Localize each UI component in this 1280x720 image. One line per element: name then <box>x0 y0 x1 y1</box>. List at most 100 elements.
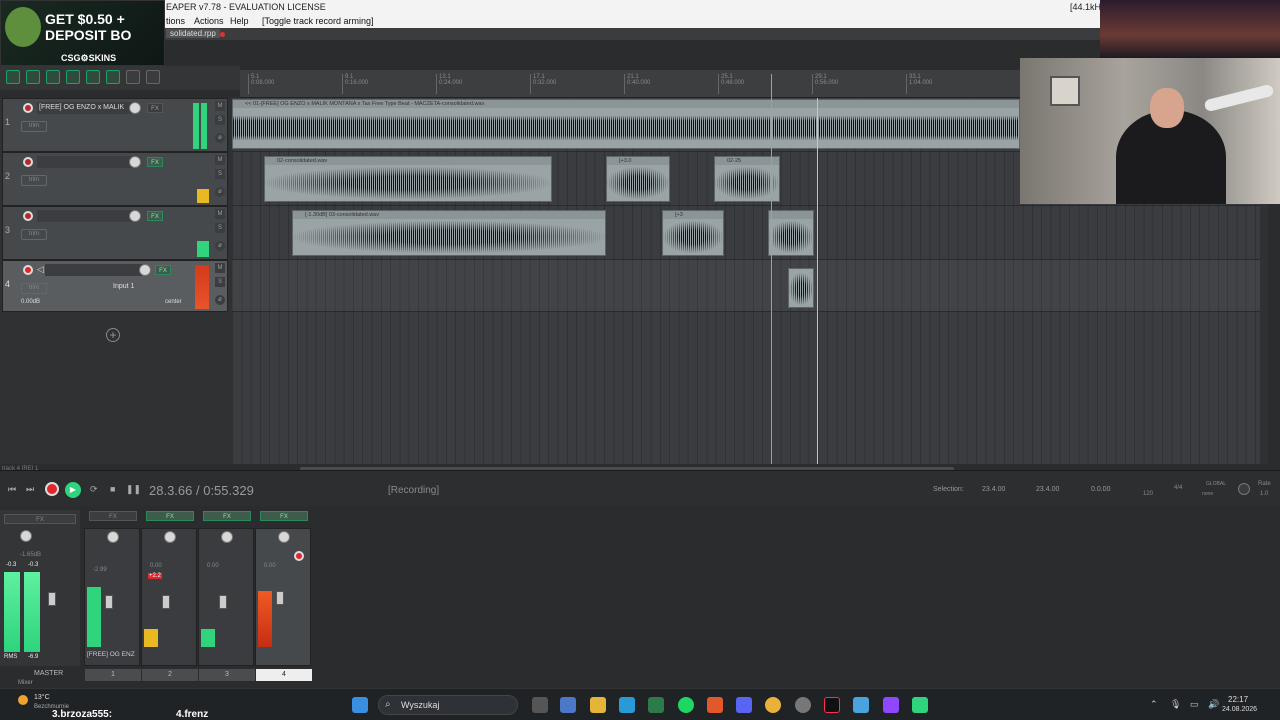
network-icon[interactable]: ▭ <box>1190 699 1199 710</box>
solo-button[interactable]: S <box>215 223 225 233</box>
volume-icon[interactable]: 🔊 <box>1208 699 1219 710</box>
media-item[interactable]: [+3 <box>662 210 724 256</box>
bpm-readout[interactable]: 120 <box>1143 491 1153 497</box>
grid-icon[interactable] <box>86 70 100 84</box>
pan-knob[interactable] <box>107 531 119 543</box>
media-item[interactable]: 02-consolidated.wav <box>264 156 552 202</box>
strip-fader[interactable] <box>162 595 170 609</box>
volume-knob[interactable] <box>129 156 141 168</box>
steam-icon[interactable] <box>795 697 811 713</box>
brave-icon[interactable] <box>707 697 723 713</box>
phase-icon[interactable]: ø <box>215 295 225 305</box>
fx-button[interactable]: FX <box>147 103 163 113</box>
project-tab[interactable]: solidated.rpp <box>166 29 220 38</box>
trim-button[interactable]: trim <box>21 121 47 132</box>
discord-icon[interactable] <box>736 697 752 713</box>
record-arm-button[interactable] <box>23 103 33 113</box>
selection-length[interactable]: 0.0.00 <box>1091 486 1110 493</box>
add-track-icon[interactable]: + <box>106 328 120 342</box>
twitch-icon[interactable] <box>883 697 899 713</box>
phase-icon[interactable]: ø <box>215 187 225 197</box>
speaker-icon[interactable]: ◁ <box>37 264 44 275</box>
solo-button[interactable]: S <box>215 115 225 125</box>
menu-help[interactable]: Help <box>230 16 249 26</box>
timesig-readout[interactable]: 4/4 <box>1174 485 1182 491</box>
track-4[interactable]: 4 ◁ FX trim Input 1 0.00dB center M S ø <box>2 260 228 312</box>
fx-button[interactable]: FX <box>203 511 251 521</box>
go-end-icon[interactable]: ⏭ <box>26 484 34 495</box>
track-name[interactable] <box>37 210 133 222</box>
snap-icon[interactable] <box>66 70 80 84</box>
clock-date[interactable]: 24.08.2026 <box>1222 706 1257 713</box>
lock-icon[interactable] <box>126 70 140 84</box>
pan-knob[interactable] <box>164 531 176 543</box>
ripple-icon[interactable] <box>6 70 20 84</box>
track-3[interactable]: 3 FX trim M S ø <box>2 206 228 260</box>
loop-icon[interactable] <box>106 70 120 84</box>
mixer-strip-3[interactable]: FX 0.00 3 <box>198 511 255 681</box>
mixer-strip-2[interactable]: FX +2.2 0.00 2 <box>141 511 198 681</box>
selection-start[interactable]: 23.4.00 <box>982 486 1005 493</box>
tray-chevron-icon[interactable]: ⌃ <box>1150 699 1158 710</box>
mixer-strip-4[interactable]: FX 0.00 4 <box>255 511 312 681</box>
store-icon[interactable] <box>560 697 576 713</box>
notepad-icon[interactable] <box>853 697 869 713</box>
weather-icon[interactable] <box>18 695 28 705</box>
search-box[interactable]: ⌕ Wyszukaj <box>378 695 518 715</box>
xbox-icon[interactable] <box>648 697 664 713</box>
edge-icon[interactable] <box>619 697 635 713</box>
rate-knob[interactable] <box>1238 483 1250 495</box>
input-select[interactable]: Input 1 <box>113 283 134 290</box>
master-fx-button[interactable]: FX <box>4 514 76 524</box>
chrome-icon[interactable] <box>765 697 781 713</box>
play-button[interactable]: ▶ <box>65 482 81 498</box>
master-pan-knob[interactable] <box>20 530 32 542</box>
rate-value[interactable]: 1.0 <box>1260 491 1268 497</box>
strip-fader[interactable] <box>105 595 113 609</box>
solo-button[interactable]: S <box>215 169 225 179</box>
pause-icon[interactable]: ❚❚ <box>126 484 141 495</box>
phase-icon[interactable]: ø <box>215 133 225 143</box>
phase-icon[interactable]: ø <box>215 241 225 251</box>
record-arm-button[interactable] <box>294 551 304 561</box>
reaper-icon[interactable] <box>912 697 928 713</box>
media-item[interactable] <box>768 210 814 256</box>
volume-knob[interactable] <box>129 102 141 114</box>
mute-button[interactable]: M <box>215 155 225 165</box>
menu-options[interactable]: tions <box>166 16 185 26</box>
track-name[interactable]: [FREE] OG ENZO x MALIK <box>37 102 133 114</box>
selection-end[interactable]: 23.4.00 <box>1036 486 1059 493</box>
mic-icon[interactable]: 🎙 <box>1170 699 1181 710</box>
track-name[interactable] <box>37 156 133 168</box>
pan-knob[interactable] <box>278 531 290 543</box>
mixer-strip-1[interactable]: FX -2.99 [FREE] OG ENZ 1 <box>84 511 141 681</box>
master-fader[interactable] <box>48 592 56 606</box>
fx-button[interactable]: FX <box>155 265 171 275</box>
stop-icon[interactable]: ■ <box>110 484 115 494</box>
global-mode[interactable]: none <box>1202 491 1213 497</box>
fx-button[interactable]: FX <box>89 511 137 521</box>
windows-start-icon[interactable] <box>352 697 368 713</box>
fx-button[interactable]: FX <box>147 211 163 221</box>
envelope-icon[interactable] <box>46 70 60 84</box>
pan-knob[interactable] <box>221 531 233 543</box>
mute-button[interactable]: M <box>215 101 225 111</box>
track-name[interactable] <box>45 264 143 276</box>
record-arm-button[interactable] <box>23 211 33 221</box>
record-button[interactable] <box>45 482 59 496</box>
metronome-icon[interactable] <box>146 70 160 84</box>
trim-button[interactable]: trim <box>21 229 47 240</box>
explorer-icon[interactable] <box>590 697 606 713</box>
volume-knob[interactable] <box>129 210 141 222</box>
recording-item[interactable] <box>788 268 814 308</box>
go-start-icon[interactable]: ⏮ <box>8 484 16 495</box>
mute-button[interactable]: M <box>215 209 225 219</box>
record-arm-button[interactable] <box>23 265 33 275</box>
track-1[interactable]: 1 [FREE] OG ENZO x MALIK FX trim M S ø <box>2 98 228 152</box>
clock-time[interactable]: 22:17 <box>1228 695 1248 704</box>
solo-button[interactable]: S <box>215 277 225 287</box>
media-item[interactable]: << 01-[FREE] OG ENZO x MALIK MONTANA x T… <box>232 99 1020 149</box>
record-arm-button[interactable] <box>23 157 33 167</box>
fx-button[interactable]: FX <box>260 511 308 521</box>
track-2[interactable]: 2 FX trim M S ø <box>2 152 228 206</box>
